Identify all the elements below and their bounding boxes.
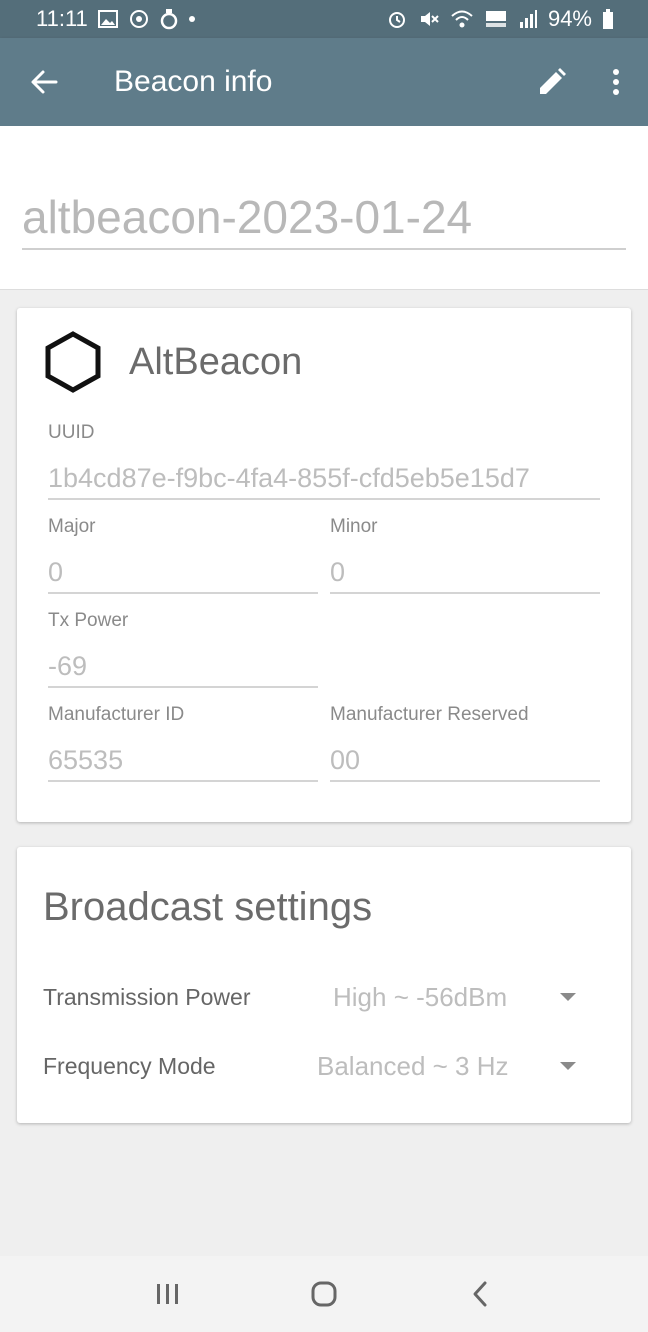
chevron-down-icon (560, 1062, 576, 1070)
beacon-name-section (0, 126, 648, 290)
chevron-down-icon (560, 993, 576, 1001)
gallery-icon (97, 10, 118, 28)
recents-button[interactable] (138, 1264, 198, 1324)
system-nav-bar (0, 1256, 648, 1332)
nav-back-button[interactable] (450, 1264, 510, 1324)
frequency-mode-value: Balanced ~ 3 Hz (317, 1051, 509, 1081)
home-icon (311, 1281, 337, 1307)
arrow-left-icon (31, 70, 58, 94)
page-title: Beacon info (114, 65, 273, 98)
transmission-power-value: High ~ -56dBm (333, 982, 508, 1012)
tx-power-field[interactable] (48, 646, 318, 688)
status-time: 11:11 (36, 6, 88, 31)
wifi-icon (450, 9, 474, 29)
home-button[interactable] (294, 1264, 354, 1324)
beacon-details-card: AltBeacon UUID Major Minor Tx Power Manu… (17, 308, 631, 822)
minor-field[interactable] (330, 552, 600, 594)
major-label: Major (48, 516, 96, 537)
hexagon-icon (45, 331, 101, 393)
manufacturer-id-label: Manufacturer ID (48, 704, 185, 725)
uuid-field[interactable] (48, 458, 600, 500)
minor-label: Minor (330, 516, 378, 537)
broadcast-settings-title: Broadcast settings (43, 885, 373, 929)
major-field[interactable] (48, 552, 318, 594)
edit-button[interactable] (520, 38, 584, 126)
transmission-power-dropdown[interactable]: High ~ -56dBm (317, 972, 607, 1022)
back-arrow-button[interactable] (0, 38, 88, 126)
frequency-mode-dropdown[interactable]: Balanced ~ 3 Hz (317, 1041, 607, 1091)
recents-icon (157, 1284, 178, 1304)
overflow-menu-button[interactable] (584, 38, 648, 126)
pencil-icon (540, 68, 566, 94)
battery-icon (602, 9, 614, 29)
back-icon (473, 1281, 487, 1307)
frequency-mode-label: Frequency Mode (43, 1053, 216, 1079)
cell-signal-icon (518, 9, 538, 29)
app-bar: Beacon info (0, 38, 648, 126)
status-bar: 11:11 94% (0, 0, 648, 38)
dot-icon (188, 15, 196, 23)
battery-percent: 94% (547, 6, 592, 31)
hd-voice-icon (484, 9, 508, 29)
tx-power-label: Tx Power (48, 610, 129, 631)
transmission-power-label: Transmission Power (43, 984, 251, 1010)
broadcast-settings-card: Broadcast settings Transmission Power Hi… (17, 847, 631, 1123)
alarm-icon (386, 8, 408, 30)
beacon-name-input[interactable] (22, 186, 626, 250)
beacon-header: AltBeacon (43, 330, 302, 394)
signal-app-icon (128, 8, 150, 30)
manufacturer-reserved-label: Manufacturer Reserved (330, 704, 529, 725)
manufacturer-id-field[interactable] (48, 740, 318, 782)
sync-icon (160, 8, 178, 30)
uuid-label: UUID (48, 422, 95, 443)
beacon-type-label: AltBeacon (129, 340, 303, 383)
manufacturer-reserved-field[interactable] (330, 740, 600, 782)
mute-icon (418, 8, 440, 30)
more-vert-icon (613, 69, 619, 95)
